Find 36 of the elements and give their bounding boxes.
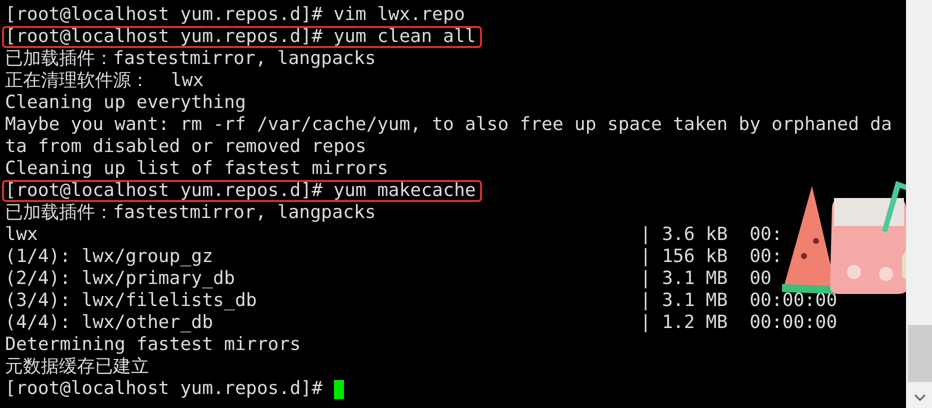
terminal-line: (2/4): lwx/primary_db [5,268,236,290]
download-time: 00:00:00 [750,312,838,334]
terminal-line: (4/4): lwx/other_db [5,312,214,334]
column-separator: | [640,246,652,268]
highlighted-command: [root@localhost yum.repos.d]# yum clean all [2,26,482,48]
terminal-line: Maybe you want: rm -rf /var/cache/yum, to also free up space taken by orphaned da [5,114,892,136]
column-separator: | [640,312,652,334]
download-size: 3.1 MB [662,290,729,312]
scrollbar[interactable] [906,0,932,408]
terminal-line: Cleaning up everything [5,92,246,114]
download-time: 00:00:00 [750,290,838,312]
terminal-line: 已加载插件：fastestmirror, langpacks [5,48,376,70]
download-size: 1.2 MB [662,312,729,334]
terminal-line: 已加载插件：fastestmirror, langpacks [5,202,376,224]
scrollbar-thumb[interactable] [908,325,932,382]
terminal-line: ta from disabled or removed repos [5,136,366,158]
scroll-down-icon[interactable] [914,394,926,402]
terminal-line: 元数据缓存已建立 [5,356,149,378]
download-time: 00 [750,268,772,290]
download-size: 3.1 MB [662,268,729,290]
download-size: 3.6 kB [662,224,729,246]
column-separator: | [640,290,652,312]
terminal-line: 正在清理软件源： lwx [5,70,204,92]
download-time: 00: [750,224,784,246]
column-separator: | [640,268,652,290]
terminal-line: Determining fastest mirrors [5,334,301,356]
terminal-line: (3/4): lwx/filelists_db [5,290,258,312]
download-size: 156 kB [662,246,729,268]
terminal-line: Cleaning up list of fastest mirrors [5,158,388,180]
terminal-line: lwx [5,224,39,246]
shell-prompt: [root@localhost yum.repos.d]# [5,378,323,400]
highlighted-command: [root@localhost yum.repos.d]# yum makecache [2,180,482,202]
download-time: 00: [750,246,784,268]
column-separator: | [640,224,652,246]
terminal-line: [root@localhost yum.repos.d]# vim lwx.repo [5,4,465,26]
terminal-line: (1/4): lwx/group_gz [5,246,214,268]
